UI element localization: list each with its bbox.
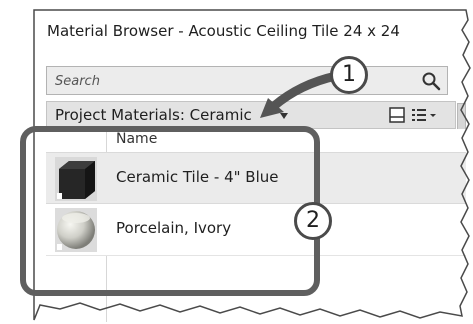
- list-view-icon[interactable]: [411, 107, 437, 123]
- callout-badge-2: 2: [294, 202, 332, 240]
- window-title: Material Browser - Acoustic Ceiling Tile…: [47, 22, 400, 40]
- callout-highlight-box: [20, 126, 320, 296]
- chevron-down-icon[interactable]: [279, 112, 289, 120]
- project-materials-label: Project Materials: Ceramic: [55, 106, 252, 124]
- callout-badge-1: 1: [330, 56, 368, 94]
- project-materials-bar[interactable]: Project Materials: Ceramic: [46, 101, 456, 129]
- search-icon[interactable]: [421, 71, 441, 91]
- search-box[interactable]: [46, 66, 448, 95]
- panel-layout-icon[interactable]: [389, 107, 405, 123]
